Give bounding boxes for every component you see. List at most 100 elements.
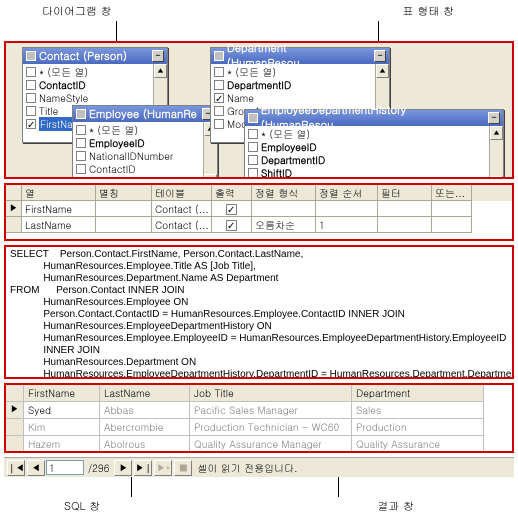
field-label[interactable]: * (모든 열): [261, 127, 310, 141]
nav-stop-button[interactable]: ■: [174, 460, 192, 476]
scroll-down-button[interactable]: ▼: [204, 174, 217, 179]
cell[interactable]: [96, 217, 152, 233]
output-checkbox[interactable]: [226, 204, 237, 215]
result-row[interactable]: Hazem Abolrous Quality Assurance Manager…: [6, 436, 512, 453]
col-header[interactable]: 열: [22, 185, 96, 201]
scroll-up-button[interactable]: ▲: [376, 64, 389, 78]
col-header[interactable]: 정렬 순서: [316, 185, 378, 201]
cell[interactable]: Hazem: [24, 436, 100, 453]
col-header[interactable]: 정렬 형식: [252, 185, 316, 201]
scroll-down-button[interactable]: ▼: [490, 176, 503, 179]
nav-prev-button[interactable]: ◀: [27, 460, 45, 476]
col-header[interactable]: 별칭: [96, 185, 152, 201]
collapse-button[interactable]: –: [152, 50, 164, 62]
field-label[interactable]: LoginID: [89, 175, 125, 180]
titlebar[interactable]: Department (HumanResou... –: [211, 48, 389, 64]
checkbox[interactable]: [76, 164, 86, 174]
cell[interactable]: Sales: [352, 402, 484, 419]
cell[interactable]: 1: [316, 217, 378, 233]
row-selector[interactable]: [6, 419, 24, 436]
col-header[interactable]: 또는...: [432, 185, 472, 201]
cell[interactable]: [252, 201, 316, 217]
checkbox[interactable]: [26, 106, 36, 116]
cell[interactable]: Quality Assurance: [352, 436, 484, 453]
cell[interactable]: [96, 201, 152, 217]
titlebar[interactable]: Employee (HumanRe –: [73, 106, 217, 122]
field-label[interactable]: Name: [227, 91, 254, 105]
row-selector[interactable]: [6, 436, 24, 453]
checkbox[interactable]: [26, 119, 36, 129]
field-label[interactable]: ContactID: [39, 78, 86, 92]
result-row[interactable]: ▶ Syed Abbas Pacific Sales Manager Sales: [6, 402, 512, 419]
checkbox[interactable]: [248, 142, 258, 152]
checkbox[interactable]: [248, 129, 258, 139]
cell[interactable]: Abolrous: [100, 436, 190, 453]
row-selector[interactable]: [6, 217, 22, 233]
checkbox[interactable]: [76, 151, 86, 161]
col-header[interactable]: 테이블: [152, 185, 212, 201]
checkbox[interactable]: [26, 80, 36, 90]
nav-record-input[interactable]: [46, 460, 84, 475]
scroll-up-button[interactable]: ▲: [154, 64, 167, 78]
diagram-pane[interactable]: Contact (Person) – * (모든 열) ContactID Na…: [4, 41, 514, 179]
checkbox[interactable]: [76, 125, 86, 135]
field-label[interactable]: ShiftID: [261, 166, 292, 180]
table-window-employee[interactable]: Employee (HumanRe – * (모든 열) EmployeeID …: [72, 105, 218, 179]
cell[interactable]: LastName: [22, 217, 96, 233]
cell[interactable]: [432, 201, 472, 217]
col-header[interactable]: Department: [352, 385, 484, 402]
field-label[interactable]: EmployeeID: [261, 140, 317, 154]
results-pane[interactable]: FirstName LastName Job Title Department …: [4, 383, 514, 453]
cell[interactable]: [378, 217, 432, 233]
col-header[interactable]: LastName: [100, 385, 190, 402]
result-row[interactable]: Kim Abercrombie Production Technician - …: [6, 419, 512, 436]
cell[interactable]: [432, 217, 472, 233]
sql-pane[interactable]: SELECT Person.Contact.FirstName, Person.…: [4, 245, 514, 379]
cell-output[interactable]: [212, 201, 252, 217]
nav-first-button[interactable]: ❘◀: [7, 460, 25, 476]
field-label[interactable]: * (모든 열): [227, 65, 276, 79]
field-label[interactable]: EmployeeID: [89, 136, 145, 150]
cell[interactable]: Production Technician - WC60: [190, 419, 352, 436]
field-label[interactable]: NationalIDNumber: [89, 149, 173, 163]
checkbox[interactable]: [214, 106, 224, 116]
checkbox[interactable]: [248, 168, 258, 178]
field-label[interactable]: NameStyle: [39, 91, 88, 105]
checkbox[interactable]: [248, 155, 258, 165]
output-checkbox[interactable]: [226, 220, 237, 231]
nav-new-button[interactable]: ▶*: [154, 460, 172, 476]
cell[interactable]: Syed: [24, 402, 100, 419]
cell[interactable]: [316, 201, 378, 217]
cell[interactable]: 오름차순: [252, 217, 316, 233]
nav-next-button[interactable]: ▶: [114, 460, 132, 476]
cell[interactable]: Pacific Sales Manager: [190, 402, 352, 419]
field-label[interactable]: DepartmentID: [227, 78, 291, 92]
row-selector[interactable]: ▶: [6, 201, 22, 217]
field-label[interactable]: StartDate: [261, 179, 304, 180]
checkbox[interactable]: [214, 119, 224, 129]
cell[interactable]: Production: [352, 419, 484, 436]
checkbox[interactable]: [76, 138, 86, 148]
cell[interactable]: Contact (...: [152, 217, 212, 233]
scrollbar[interactable]: ▲▼: [489, 126, 503, 179]
criteria-row[interactable]: ▶ FirstName Contact (...: [6, 201, 512, 217]
criteria-row[interactable]: LastName Contact (... 오름차순 1: [6, 217, 512, 233]
field-label[interactable]: DepartmentID: [261, 153, 325, 167]
col-header[interactable]: 출력: [212, 185, 252, 201]
collapse-button[interactable]: –: [374, 50, 386, 62]
checkbox[interactable]: [214, 67, 224, 77]
checkbox[interactable]: [214, 80, 224, 90]
checkbox[interactable]: [26, 67, 36, 77]
cell[interactable]: [378, 201, 432, 217]
cell[interactable]: Kim: [24, 419, 100, 436]
table-window-empdepthistory[interactable]: EmployeeDepartmentHistory (HumanResou...…: [244, 109, 504, 179]
cell[interactable]: Abercrombie: [100, 419, 190, 436]
field-label[interactable]: * (모든 열): [89, 123, 138, 137]
cell[interactable]: Quality Assurance Manager: [190, 436, 352, 453]
checkbox[interactable]: [26, 93, 36, 103]
col-header[interactable]: Job Title: [190, 385, 352, 402]
scroll-up-button[interactable]: ▲: [490, 126, 503, 140]
titlebar[interactable]: Contact (Person) –: [23, 48, 167, 64]
collapse-button[interactable]: –: [488, 112, 500, 124]
field-label[interactable]: ContactID: [89, 162, 136, 176]
